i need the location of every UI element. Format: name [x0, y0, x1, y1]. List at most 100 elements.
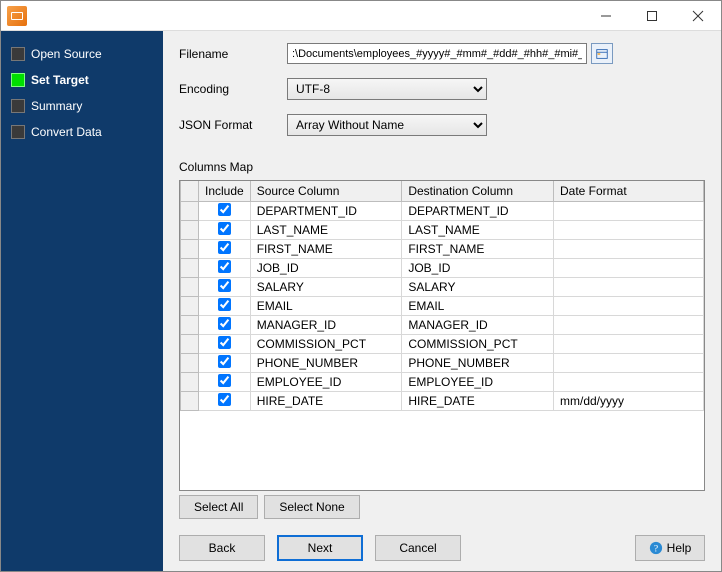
help-button[interactable]: ? Help	[635, 535, 705, 561]
table-row[interactable]: DEPARTMENT_IDDEPARTMENT_ID	[181, 201, 704, 220]
grid-header-dateformat[interactable]: Date Format	[554, 181, 704, 201]
source-cell[interactable]: EMPLOYEE_ID	[250, 372, 402, 391]
maximize-button[interactable]	[629, 1, 675, 31]
include-checkbox[interactable]	[218, 298, 231, 311]
table-row[interactable]: FIRST_NAMEFIRST_NAME	[181, 239, 704, 258]
dateformat-cell[interactable]	[554, 258, 704, 277]
next-button[interactable]: Next	[277, 535, 363, 561]
dateformat-cell[interactable]	[554, 239, 704, 258]
include-checkbox[interactable]	[218, 241, 231, 254]
json-format-select[interactable]: Array Without Name	[287, 114, 487, 136]
row-header	[181, 258, 199, 277]
dateformat-cell[interactable]	[554, 201, 704, 220]
source-cell[interactable]: LAST_NAME	[250, 220, 402, 239]
encoding-label: Encoding	[179, 82, 287, 96]
source-cell[interactable]: FIRST_NAME	[250, 239, 402, 258]
destination-cell[interactable]: JOB_ID	[402, 258, 554, 277]
step-label: Summary	[31, 99, 82, 113]
table-row[interactable]: LAST_NAMELAST_NAME	[181, 220, 704, 239]
include-checkbox[interactable]	[218, 336, 231, 349]
destination-cell[interactable]: EMPLOYEE_ID	[402, 372, 554, 391]
grid-header-include[interactable]: Include	[199, 181, 251, 201]
encoding-select[interactable]: UTF-8	[287, 78, 487, 100]
destination-cell[interactable]: COMMISSION_PCT	[402, 334, 554, 353]
columns-map-label: Columns Map	[179, 160, 705, 174]
dateformat-cell[interactable]	[554, 296, 704, 315]
destination-cell[interactable]: LAST_NAME	[402, 220, 554, 239]
include-checkbox[interactable]	[218, 393, 231, 406]
source-cell[interactable]: HIRE_DATE	[250, 391, 402, 410]
include-checkbox[interactable]	[218, 222, 231, 235]
grid-header-source[interactable]: Source Column	[250, 181, 402, 201]
grid-corner	[181, 181, 199, 201]
minimize-button[interactable]	[583, 1, 629, 31]
include-checkbox[interactable]	[218, 355, 231, 368]
back-button[interactable]: Back	[179, 535, 265, 561]
content-panel: Filename Encoding UTF-8 JSON Format Arra…	[163, 31, 721, 571]
destination-cell[interactable]: DEPARTMENT_ID	[402, 201, 554, 220]
grid-header-destination[interactable]: Destination Column	[402, 181, 554, 201]
dateformat-cell[interactable]	[554, 372, 704, 391]
source-cell[interactable]: COMMISSION_PCT	[250, 334, 402, 353]
cancel-button[interactable]: Cancel	[375, 535, 461, 561]
table-row[interactable]: MANAGER_IDMANAGER_ID	[181, 315, 704, 334]
row-header	[181, 201, 199, 220]
source-cell[interactable]: DEPARTMENT_ID	[250, 201, 402, 220]
wizard-step-2[interactable]: Summary	[1, 93, 163, 119]
include-checkbox[interactable]	[218, 203, 231, 216]
row-header	[181, 220, 199, 239]
dateformat-cell[interactable]	[554, 353, 704, 372]
source-cell[interactable]: EMAIL	[250, 296, 402, 315]
step-label: Open Source	[31, 47, 102, 61]
wizard-step-3[interactable]: Convert Data	[1, 119, 163, 145]
table-row[interactable]: EMAILEMAIL	[181, 296, 704, 315]
step-label: Set Target	[31, 73, 89, 87]
table-row[interactable]: COMMISSION_PCTCOMMISSION_PCT	[181, 334, 704, 353]
dateformat-cell[interactable]	[554, 277, 704, 296]
filename-input[interactable]	[287, 43, 587, 64]
include-checkbox[interactable]	[218, 260, 231, 273]
dateformat-cell[interactable]	[554, 220, 704, 239]
step-indicator-icon	[11, 73, 25, 87]
include-checkbox[interactable]	[218, 317, 231, 330]
include-checkbox[interactable]	[218, 279, 231, 292]
json-format-label: JSON Format	[179, 118, 287, 132]
source-cell[interactable]: MANAGER_ID	[250, 315, 402, 334]
table-row[interactable]: EMPLOYEE_IDEMPLOYEE_ID	[181, 372, 704, 391]
include-checkbox[interactable]	[218, 374, 231, 387]
source-cell[interactable]: PHONE_NUMBER	[250, 353, 402, 372]
table-row[interactable]: PHONE_NUMBERPHONE_NUMBER	[181, 353, 704, 372]
destination-cell[interactable]: EMAIL	[402, 296, 554, 315]
table-row[interactable]: HIRE_DATEHIRE_DATEmm/dd/yyyy	[181, 391, 704, 410]
filename-label: Filename	[179, 47, 287, 61]
destination-cell[interactable]: PHONE_NUMBER	[402, 353, 554, 372]
browse-button[interactable]	[591, 43, 613, 64]
dateformat-cell[interactable]	[554, 334, 704, 353]
row-header	[181, 353, 199, 372]
row-header	[181, 372, 199, 391]
step-indicator-icon	[11, 47, 25, 61]
row-header	[181, 334, 199, 353]
wizard-step-0[interactable]: Open Source	[1, 41, 163, 67]
table-row[interactable]: JOB_IDJOB_ID	[181, 258, 704, 277]
table-row[interactable]: SALARYSALARY	[181, 277, 704, 296]
close-button[interactable]	[675, 1, 721, 31]
destination-cell[interactable]: HIRE_DATE	[402, 391, 554, 410]
step-indicator-icon	[11, 125, 25, 139]
step-label: Convert Data	[31, 125, 102, 139]
source-cell[interactable]: JOB_ID	[250, 258, 402, 277]
dateformat-cell[interactable]: mm/dd/yyyy	[554, 391, 704, 410]
titlebar	[1, 1, 721, 31]
destination-cell[interactable]: FIRST_NAME	[402, 239, 554, 258]
row-header	[181, 239, 199, 258]
select-all-button[interactable]: Select All	[179, 495, 258, 519]
destination-cell[interactable]: MANAGER_ID	[402, 315, 554, 334]
dateformat-cell[interactable]	[554, 315, 704, 334]
wizard-step-1[interactable]: Set Target	[1, 67, 163, 93]
row-header	[181, 296, 199, 315]
svg-text:?: ?	[654, 544, 658, 555]
select-none-button[interactable]: Select None	[264, 495, 359, 519]
destination-cell[interactable]: SALARY	[402, 277, 554, 296]
columns-map-grid[interactable]: Include Source Column Destination Column…	[179, 180, 705, 491]
source-cell[interactable]: SALARY	[250, 277, 402, 296]
